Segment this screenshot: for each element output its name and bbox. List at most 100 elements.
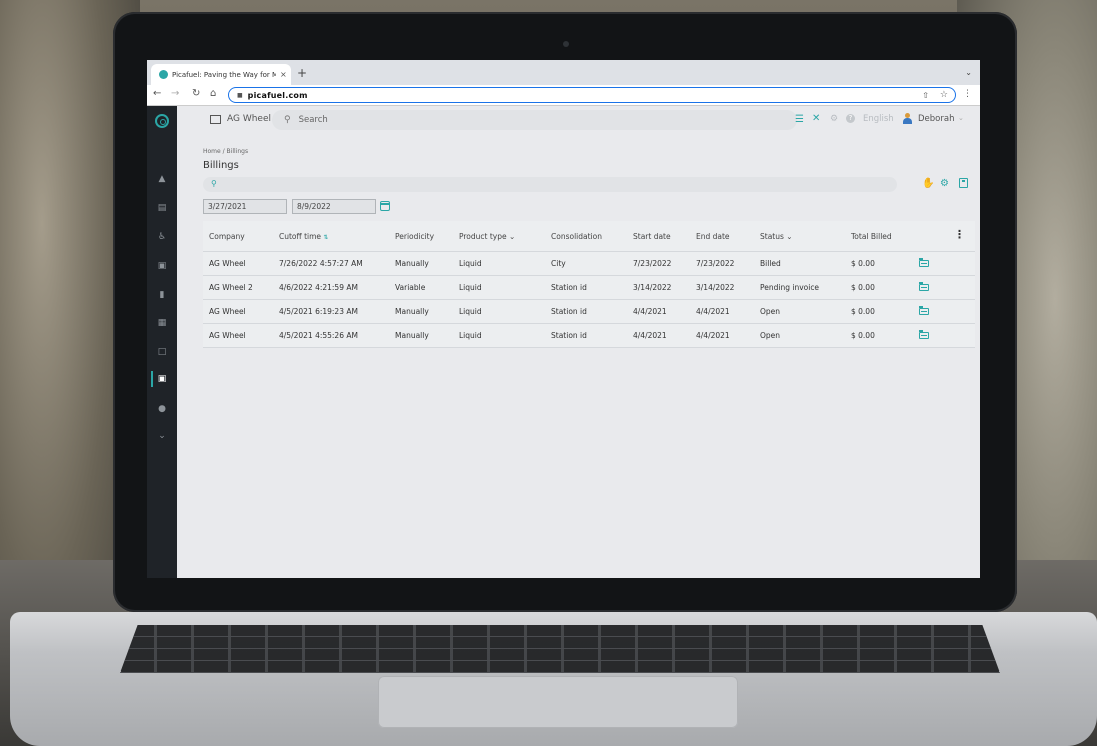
app: ▲ ▤ ♿ ▣ ▮ ▦ □ ▣ ● ⌄ AG Wheel ⚲ Search ☰ … bbox=[147, 106, 980, 578]
sidebar-fuel-icon[interactable]: ▮ bbox=[156, 289, 168, 301]
url-input[interactable]: ■ picafuel.com ⇧ ☆ bbox=[228, 87, 956, 103]
tab-close-icon[interactable]: × bbox=[280, 70, 287, 79]
share-icon[interactable]: ⇧ bbox=[922, 91, 929, 100]
tab-title: Picafuel: Paving the Way for M bbox=[172, 70, 276, 79]
column-end-date[interactable]: End date bbox=[696, 232, 730, 241]
column-total-billed[interactable]: Total Billed bbox=[851, 232, 892, 241]
forward-icon[interactable]: → bbox=[171, 88, 179, 99]
new-tab-button[interactable]: + bbox=[297, 66, 307, 80]
global-search-input[interactable]: ⚲ Search bbox=[272, 110, 797, 130]
cell-consolidation: Station id bbox=[551, 307, 587, 316]
browser-tab[interactable]: Picafuel: Paving the Way for M × bbox=[151, 64, 291, 85]
hand-icon[interactable]: ✋ bbox=[922, 178, 934, 189]
settings-gear-icon[interactable]: ⚙ bbox=[830, 114, 838, 124]
reload-icon[interactable]: ↻ bbox=[192, 88, 200, 99]
cell-consolidation: Station id bbox=[551, 331, 587, 340]
sidebar-document-icon[interactable]: □ bbox=[156, 346, 168, 358]
table-row[interactable]: AG Wheel 7/26/2022 4:57:27 AM Manually L… bbox=[203, 252, 975, 276]
cell-periodicity: Manually bbox=[395, 307, 429, 316]
column-consolidation[interactable]: Consolidation bbox=[551, 232, 602, 241]
url-text: picafuel.com bbox=[247, 90, 308, 100]
folder-icon[interactable] bbox=[919, 282, 929, 291]
chevron-down-icon: ⌄ bbox=[509, 232, 516, 241]
cell-status: Open bbox=[760, 331, 781, 340]
gear-icon[interactable]: ⚙ bbox=[940, 178, 949, 189]
sidebar-billing-icon[interactable]: ▣ bbox=[156, 373, 168, 385]
table-row[interactable]: AG Wheel 4/5/2021 4:55:26 AM Manually Li… bbox=[203, 324, 975, 348]
language-selector[interactable]: English bbox=[863, 114, 894, 124]
sidebar-report-icon[interactable]: ▦ bbox=[156, 317, 168, 329]
save-icon[interactable] bbox=[959, 178, 968, 188]
cell-product: Liquid bbox=[459, 331, 482, 340]
cell-total-billed: $ 0.00 bbox=[851, 331, 875, 340]
cell-company: AG Wheel bbox=[209, 331, 246, 340]
chevron-down-icon[interactable]: ⌄ bbox=[958, 114, 964, 122]
table-header: Company Cutoff time ⇅ Periodicity Produc… bbox=[203, 221, 975, 252]
bookmark-star-icon[interactable]: ☆ bbox=[940, 90, 948, 100]
help-icon[interactable]: ? bbox=[846, 114, 855, 123]
picafuel-logo-icon[interactable] bbox=[155, 114, 169, 128]
cell-company: AG Wheel 2 bbox=[209, 283, 253, 292]
cell-status: Pending invoice bbox=[760, 283, 820, 292]
table-row[interactable]: AG Wheel 2 4/6/2022 4:21:59 AM Variable … bbox=[203, 276, 975, 300]
cell-end-date: 4/4/2021 bbox=[696, 307, 730, 316]
camera bbox=[563, 41, 569, 47]
breadcrumb[interactable]: Home / Billings bbox=[203, 148, 248, 155]
cell-total-billed: $ 0.00 bbox=[851, 259, 875, 268]
cell-end-date: 7/23/2022 bbox=[696, 259, 735, 268]
sidebar-expand-icon[interactable]: ⌄ bbox=[156, 430, 168, 442]
browser-tabbar: Picafuel: Paving the Way for M × + ⌄ bbox=[147, 60, 980, 85]
cell-cutoff: 4/5/2021 6:19:23 AM bbox=[279, 307, 358, 316]
trackpad bbox=[378, 676, 738, 728]
cell-start-date: 4/4/2021 bbox=[633, 307, 667, 316]
close-icon[interactable]: ✕ bbox=[812, 113, 820, 124]
cell-start-date: 7/23/2022 bbox=[633, 259, 672, 268]
start-date-input[interactable]: 3/27/2021 bbox=[203, 199, 287, 214]
cell-product: Liquid bbox=[459, 259, 482, 268]
cell-consolidation: City bbox=[551, 259, 566, 268]
sidebar-card-icon[interactable]: ▣ bbox=[156, 260, 168, 272]
column-cutoff-time[interactable]: Cutoff time ⇅ bbox=[279, 232, 328, 241]
lock-icon: ■ bbox=[237, 91, 243, 99]
home-icon[interactable]: ⌂ bbox=[210, 88, 216, 99]
tab-search-chevron-icon[interactable]: ⌄ bbox=[965, 68, 972, 77]
column-company[interactable]: Company bbox=[209, 232, 245, 241]
billing-search-input[interactable]: ⚲ bbox=[203, 177, 897, 192]
company-selector[interactable]: AG Wheel bbox=[227, 114, 271, 124]
cell-cutoff: 7/26/2022 4:57:27 AM bbox=[279, 259, 363, 268]
cell-periodicity: Variable bbox=[395, 283, 426, 292]
company-icon bbox=[210, 115, 221, 124]
user-menu[interactable]: Deborah bbox=[918, 114, 954, 124]
sidebar-vehicle-icon[interactable]: ▤ bbox=[156, 202, 168, 214]
sidebar-active-indicator bbox=[151, 371, 153, 387]
cell-start-date: 4/4/2021 bbox=[633, 331, 667, 340]
cell-end-date: 3/14/2022 bbox=[696, 283, 735, 292]
cell-status: Billed bbox=[760, 259, 781, 268]
column-menu-icon[interactable]: ⋮ bbox=[954, 228, 965, 241]
search-placeholder: Search bbox=[298, 115, 328, 125]
back-icon[interactable]: ← bbox=[153, 88, 161, 99]
folder-icon[interactable] bbox=[919, 330, 929, 339]
folder-icon[interactable] bbox=[919, 258, 929, 267]
column-product-type[interactable]: Product type ⌄ bbox=[459, 232, 515, 241]
column-periodicity[interactable]: Periodicity bbox=[395, 232, 434, 241]
search-icon: ⚲ bbox=[211, 179, 217, 188]
folder-icon[interactable] bbox=[919, 306, 929, 315]
main-content: AG Wheel ⚲ Search ☰ ✕ ⚙ ? English Debora… bbox=[177, 106, 980, 578]
sidebar-home-icon[interactable]: ▲ bbox=[156, 173, 168, 185]
column-status[interactable]: Status ⌄ bbox=[760, 232, 793, 241]
column-start-date[interactable]: Start date bbox=[633, 232, 671, 241]
filter-icon[interactable]: ☰ bbox=[795, 114, 804, 125]
user-avatar-icon[interactable] bbox=[903, 113, 912, 124]
sidebar-info-icon[interactable]: ● bbox=[156, 403, 168, 415]
table-row[interactable]: AG Wheel 4/5/2021 6:19:23 AM Manually Li… bbox=[203, 300, 975, 324]
cell-company: AG Wheel bbox=[209, 307, 246, 316]
chevron-down-icon: ⌄ bbox=[786, 232, 793, 241]
cell-cutoff: 4/6/2022 4:21:59 AM bbox=[279, 283, 358, 292]
calendar-icon[interactable] bbox=[380, 201, 390, 211]
sort-icon[interactable]: ⇅ bbox=[323, 234, 328, 241]
browser-menu-icon[interactable]: ⋮ bbox=[963, 89, 972, 99]
sidebar-accessibility-icon[interactable]: ♿ bbox=[156, 231, 168, 243]
end-date-input[interactable]: 8/9/2022 bbox=[292, 199, 376, 214]
screen: Picafuel: Paving the Way for M × + ⌄ ← →… bbox=[147, 60, 980, 578]
